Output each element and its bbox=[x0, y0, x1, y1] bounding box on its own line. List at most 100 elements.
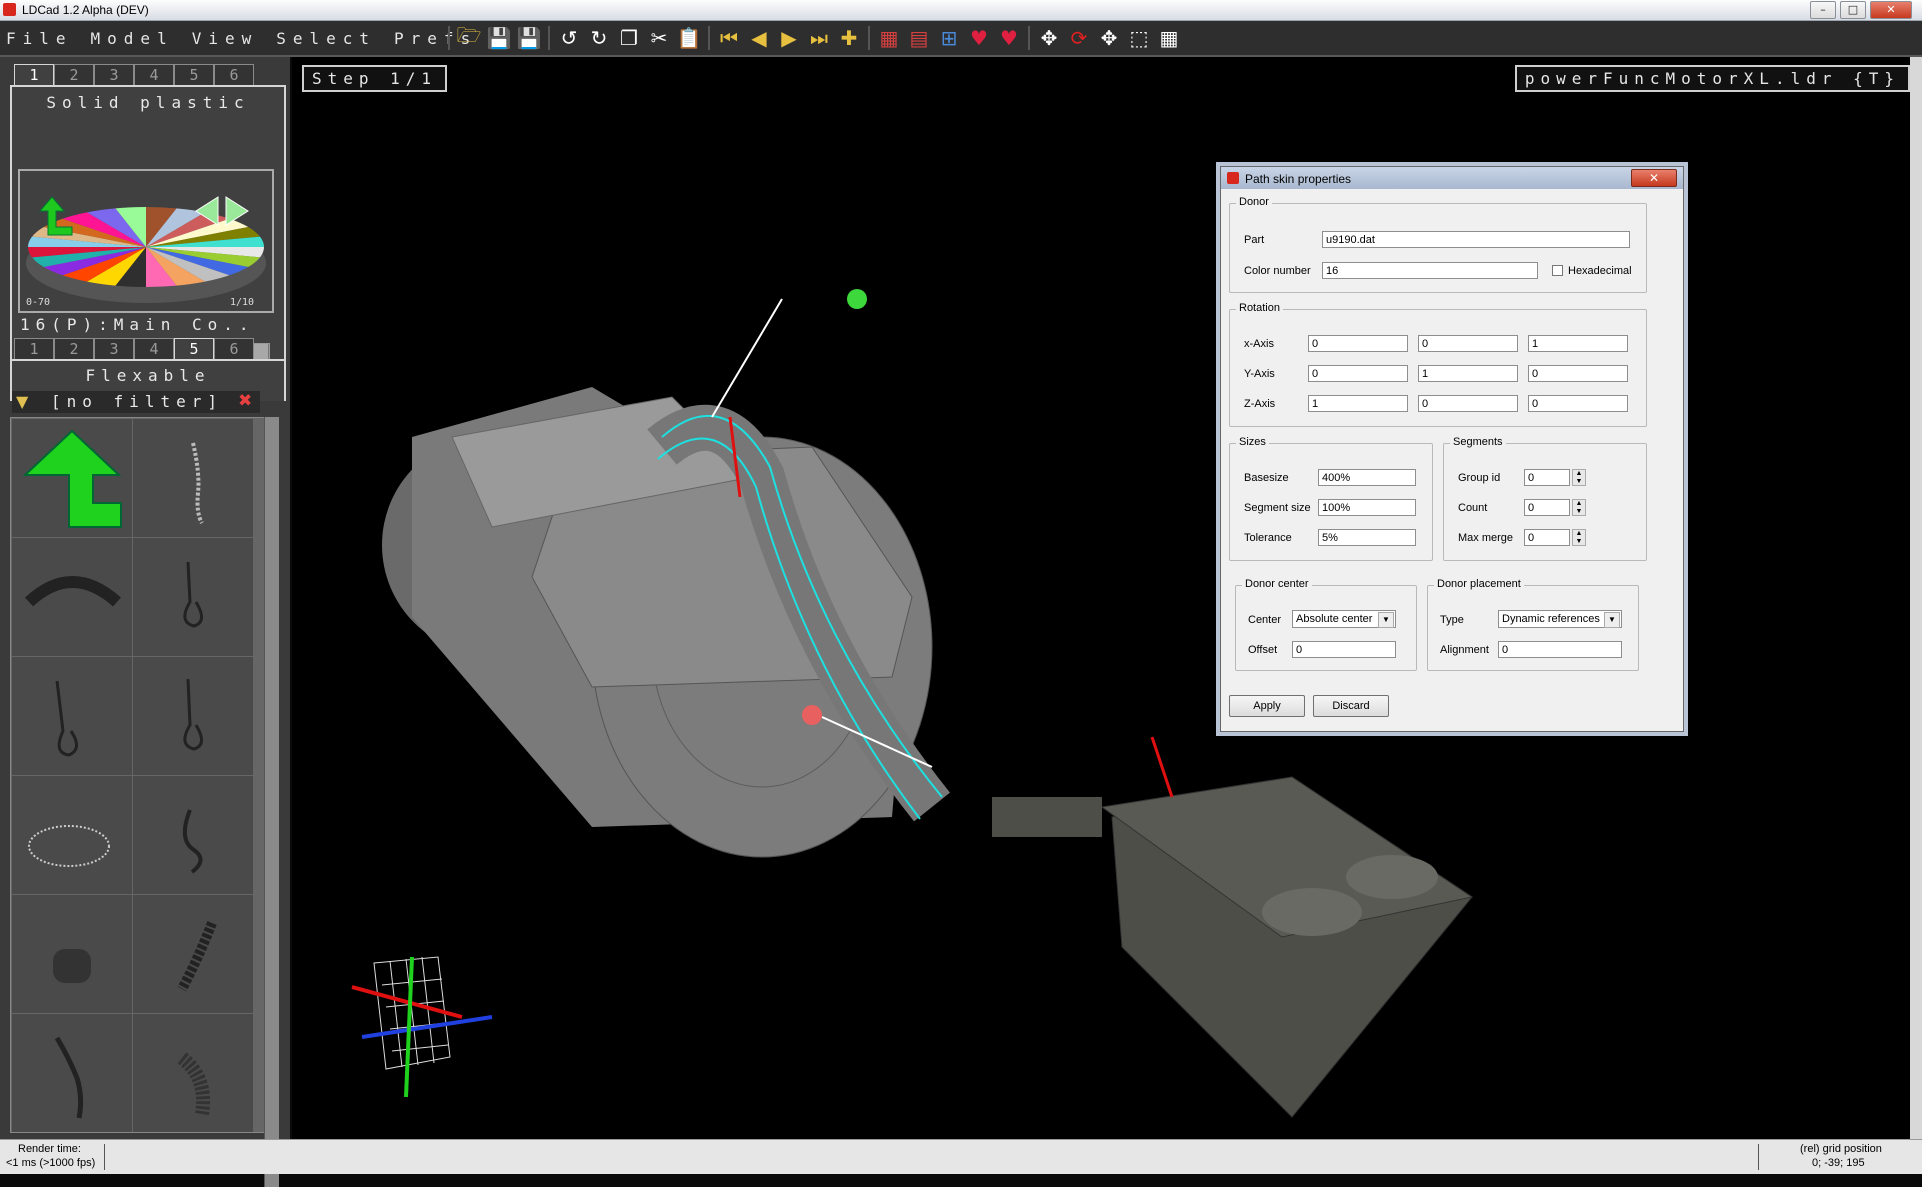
z-axis-input-2[interactable]: 0 bbox=[1418, 395, 1518, 412]
minimize-button[interactable]: – bbox=[1810, 1, 1836, 19]
count-spinner[interactable]: ▲ ▼ bbox=[1572, 499, 1586, 516]
cut-icon[interactable]: ✂ bbox=[646, 26, 672, 50]
path-handle-end[interactable] bbox=[802, 705, 822, 725]
color-number-input[interactable]: 16 bbox=[1322, 262, 1538, 279]
3d-viewport[interactable]: Step 1/1 powerFuncMotorXL.ldr {T} Path s… bbox=[292, 57, 1922, 1139]
part-cell[interactable] bbox=[133, 776, 253, 894]
center-select[interactable]: Absolute center ▼ bbox=[1292, 610, 1396, 628]
part-tab-2[interactable]: 2 bbox=[54, 338, 94, 359]
first-step-icon[interactable]: ⏮ bbox=[716, 26, 742, 50]
part-tab-5[interactable]: 5 bbox=[174, 338, 214, 359]
part-cell[interactable] bbox=[12, 776, 132, 894]
ungroup-icon[interactable]: ▤ bbox=[906, 26, 932, 50]
color-tab-3[interactable]: 3 bbox=[94, 64, 134, 85]
part-cell[interactable] bbox=[133, 657, 253, 775]
max-merge-input[interactable]: 0 bbox=[1524, 529, 1570, 546]
basesize-input[interactable]: 400% bbox=[1318, 469, 1416, 486]
window-titlebar: LDCad 1.2 Alpha (DEV) – □ ✕ bbox=[0, 0, 1922, 21]
color-tab-4[interactable]: 4 bbox=[134, 64, 174, 85]
count-input[interactable]: 0 bbox=[1524, 499, 1570, 516]
discard-button[interactable]: Discard bbox=[1313, 695, 1389, 717]
prev-step-icon[interactable]: ◀ bbox=[746, 26, 772, 50]
color-tab-2[interactable]: 2 bbox=[54, 64, 94, 85]
alignment-input[interactable]: 0 bbox=[1498, 641, 1622, 658]
redo-icon[interactable]: ↻ bbox=[586, 26, 612, 50]
favorite-remove-icon[interactable]: ♥ bbox=[996, 26, 1022, 50]
grid-icon[interactable]: ▦ bbox=[1156, 26, 1182, 50]
save-all-icon[interactable]: 💾 bbox=[516, 26, 542, 50]
move-icon[interactable]: ✥ bbox=[1036, 26, 1062, 50]
color-tab-5[interactable]: 5 bbox=[174, 64, 214, 85]
last-step-icon[interactable]: ⏭ bbox=[806, 26, 832, 50]
group-icon[interactable]: ▦ bbox=[876, 26, 902, 50]
color-palette[interactable]: 0-70 1/10 bbox=[18, 169, 274, 313]
color-tab-1[interactable]: 1 bbox=[14, 64, 54, 85]
offset-input[interactable]: 0 bbox=[1292, 641, 1396, 658]
part-input[interactable]: u9190.dat bbox=[1322, 231, 1630, 248]
reference-icon[interactable]: ⊞ bbox=[936, 26, 962, 50]
orientation-gizmo[interactable] bbox=[351, 956, 493, 1098]
favorite-icon[interactable]: ♥ bbox=[966, 26, 992, 50]
max-merge-spinner[interactable]: ▲ ▼ bbox=[1572, 529, 1586, 546]
segment-size-input[interactable]: 100% bbox=[1318, 499, 1416, 516]
save-icon[interactable]: 💾 bbox=[486, 26, 512, 50]
paste-icon[interactable]: 📋 bbox=[676, 26, 702, 50]
y-axis-input-3[interactable]: 0 bbox=[1528, 365, 1628, 382]
part-cell[interactable] bbox=[12, 1014, 132, 1132]
x-axis-input-2[interactable]: 0 bbox=[1418, 335, 1518, 352]
part-grid-scrollbar[interactable] bbox=[264, 417, 279, 1187]
type-select[interactable]: Dynamic references ▼ bbox=[1498, 610, 1622, 628]
dialog-close-button[interactable]: ✕ bbox=[1631, 169, 1677, 187]
filter-icon[interactable]: ▼ bbox=[16, 392, 28, 411]
motor-part[interactable] bbox=[382, 387, 933, 858]
path-handle-start[interactable] bbox=[847, 289, 867, 309]
group-id-input[interactable]: 0 bbox=[1524, 469, 1570, 486]
clear-filter-icon[interactable]: ✖ bbox=[238, 391, 252, 411]
hexadecimal-checkbox[interactable] bbox=[1552, 265, 1563, 276]
part-cell[interactable] bbox=[12, 657, 132, 775]
select-icon[interactable]: ⬚ bbox=[1126, 26, 1152, 50]
part-tab-4[interactable]: 4 bbox=[134, 338, 174, 359]
color-tab-6[interactable]: 6 bbox=[214, 64, 254, 85]
chevron-down-icon[interactable]: ▼ bbox=[1604, 612, 1620, 628]
menu-file[interactable]: File bbox=[6, 29, 73, 48]
menu-view[interactable]: View bbox=[192, 29, 259, 48]
y-axis-input-2[interactable]: 1 bbox=[1418, 365, 1518, 382]
part-cell[interactable] bbox=[12, 538, 132, 656]
y-axis-input-1[interactable]: 0 bbox=[1308, 365, 1408, 382]
add-step-icon[interactable]: ✚ bbox=[836, 26, 862, 50]
x-axis-input-3[interactable]: 1 bbox=[1528, 335, 1628, 352]
part-cell[interactable] bbox=[133, 895, 253, 1013]
maximize-button[interactable]: □ bbox=[1840, 1, 1866, 19]
copy-icon[interactable]: ❐ bbox=[616, 26, 642, 50]
part-tab-1[interactable]: 1 bbox=[14, 338, 54, 359]
close-button[interactable]: ✕ bbox=[1870, 1, 1912, 19]
part-tab-3[interactable]: 3 bbox=[94, 338, 134, 359]
z-axis-input-3[interactable]: 0 bbox=[1528, 395, 1628, 412]
part-cell[interactable] bbox=[133, 1014, 253, 1132]
next-step-icon[interactable]: ▶ bbox=[776, 26, 802, 50]
group-id-spinner[interactable]: ▲ ▼ bbox=[1572, 469, 1586, 486]
color-pie[interactable]: 0-70 1/10 bbox=[20, 171, 272, 311]
open-folder-icon[interactable]: 🗁 bbox=[456, 23, 482, 50]
menu-model[interactable]: Model bbox=[91, 29, 174, 48]
undo-icon[interactable]: ↺ bbox=[556, 26, 582, 50]
filter-label[interactable]: [no filter] bbox=[42, 392, 232, 411]
menu-select[interactable]: Select bbox=[276, 29, 376, 48]
donor-center-legend: Donor center bbox=[1242, 578, 1312, 590]
rotate-icon[interactable]: ⟳ bbox=[1066, 26, 1092, 50]
part-cell[interactable] bbox=[133, 419, 253, 537]
pan-icon[interactable]: ✥ bbox=[1096, 26, 1122, 50]
part-cell[interactable] bbox=[12, 895, 132, 1013]
x-axis-input-1[interactable]: 0 bbox=[1308, 335, 1408, 352]
connector-brick-part[interactable] bbox=[992, 776, 1474, 1118]
part-tab-6[interactable]: 6 bbox=[214, 338, 254, 359]
chevron-down-icon[interactable]: ▼ bbox=[1378, 612, 1394, 628]
filter-bar[interactable]: ▼ [no filter] ✖ bbox=[12, 391, 260, 413]
apply-button[interactable]: Apply bbox=[1229, 695, 1305, 717]
z-axis-input-1[interactable]: 1 bbox=[1308, 395, 1408, 412]
tolerance-input[interactable]: 5% bbox=[1318, 529, 1416, 546]
part-cell[interactable] bbox=[133, 538, 253, 656]
part-cell-up[interactable] bbox=[12, 419, 132, 537]
next-page-icon[interactable] bbox=[225, 196, 249, 226]
